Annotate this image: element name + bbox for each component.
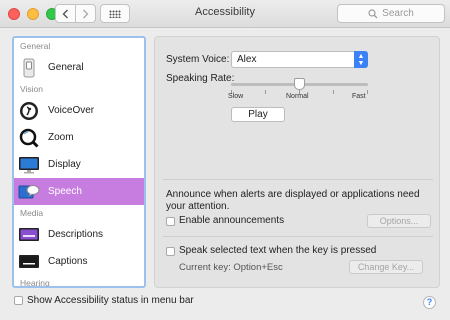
section-header-hearing: Hearing bbox=[20, 278, 50, 288]
system-voice-select[interactable]: Alex ▲ ▼ bbox=[231, 51, 368, 68]
sidebar-item-speech[interactable]: Speech bbox=[14, 178, 144, 205]
rate-fast-label: Fast bbox=[352, 93, 366, 100]
slider-tick bbox=[367, 90, 368, 94]
enable-announcements-checkbox[interactable] bbox=[166, 217, 175, 226]
title-bar: Accessibility Search bbox=[0, 0, 450, 28]
search-placeholder: Search bbox=[382, 8, 414, 19]
enable-announcements-label: Enable announcements bbox=[179, 215, 285, 226]
switch-icon bbox=[18, 57, 40, 79]
sidebar-item-label: General bbox=[48, 62, 84, 73]
current-key-label: Current key: Option+Esc bbox=[179, 262, 283, 273]
play-button[interactable]: Play bbox=[231, 107, 285, 122]
rate-slow-label: Slow bbox=[228, 93, 244, 100]
rate-normal-label: Normal bbox=[286, 93, 309, 100]
sidebar-item-voiceover[interactable]: VoiceOver bbox=[14, 97, 144, 124]
announce-description: Announce when alerts are displayed or ap… bbox=[166, 189, 420, 212]
slider-thumb[interactable] bbox=[294, 78, 305, 90]
speech-bubble-icon bbox=[18, 181, 40, 203]
sidebar-item-general[interactable]: General bbox=[14, 54, 144, 81]
captions-icon bbox=[18, 251, 40, 273]
system-voice-value: Alex bbox=[237, 54, 257, 65]
divider bbox=[163, 179, 433, 180]
select-arrows-icon: ▲ ▼ bbox=[354, 51, 368, 68]
speak-selected-label: Speak selected text when the key is pres… bbox=[179, 245, 377, 256]
sidebar-item-display[interactable]: Display bbox=[14, 151, 144, 178]
zoom-icon bbox=[18, 127, 40, 149]
slider-tick bbox=[265, 90, 266, 94]
search-field[interactable]: Search bbox=[337, 4, 445, 23]
search-icon bbox=[368, 8, 378, 18]
section-header-media: Media bbox=[20, 208, 44, 218]
display-icon bbox=[18, 154, 40, 176]
system-voice-label: System Voice: bbox=[166, 54, 230, 65]
show-status-checkbox[interactable] bbox=[14, 296, 23, 305]
sidebar[interactable]: General General Vision VoiceOver Zoom Di… bbox=[12, 36, 146, 288]
sidebar-item-label: Captions bbox=[48, 256, 88, 267]
sidebar-item-label: Zoom bbox=[48, 132, 74, 143]
help-button[interactable]: ? bbox=[423, 296, 436, 309]
sidebar-item-zoom[interactable]: Zoom bbox=[14, 124, 144, 151]
sidebar-item-label: Speech bbox=[48, 186, 82, 197]
sidebar-item-label: VoiceOver bbox=[48, 105, 95, 116]
section-header-vision: Vision bbox=[20, 84, 43, 94]
show-status-label: Show Accessibility status in menu bar bbox=[27, 295, 194, 306]
speech-settings-panel: System Voice: Alex ▲ ▼ Speaking Rate: Slo… bbox=[154, 36, 440, 288]
change-key-button[interactable]: Change Key... bbox=[349, 260, 423, 274]
sidebar-item-captions[interactable]: Captions bbox=[14, 248, 144, 275]
sidebar-item-label: Display bbox=[48, 159, 81, 170]
slider-tick bbox=[333, 90, 334, 94]
sidebar-item-descriptions[interactable]: Descriptions bbox=[14, 221, 144, 248]
section-header-general: General bbox=[20, 41, 51, 51]
descriptions-icon bbox=[18, 224, 40, 246]
speak-selected-checkbox[interactable] bbox=[166, 247, 175, 256]
voiceover-icon bbox=[18, 100, 40, 122]
options-button[interactable]: Options... bbox=[367, 214, 431, 228]
sidebar-item-label: Descriptions bbox=[48, 229, 104, 240]
speaking-rate-label: Speaking Rate: bbox=[166, 73, 235, 84]
divider bbox=[163, 236, 433, 237]
